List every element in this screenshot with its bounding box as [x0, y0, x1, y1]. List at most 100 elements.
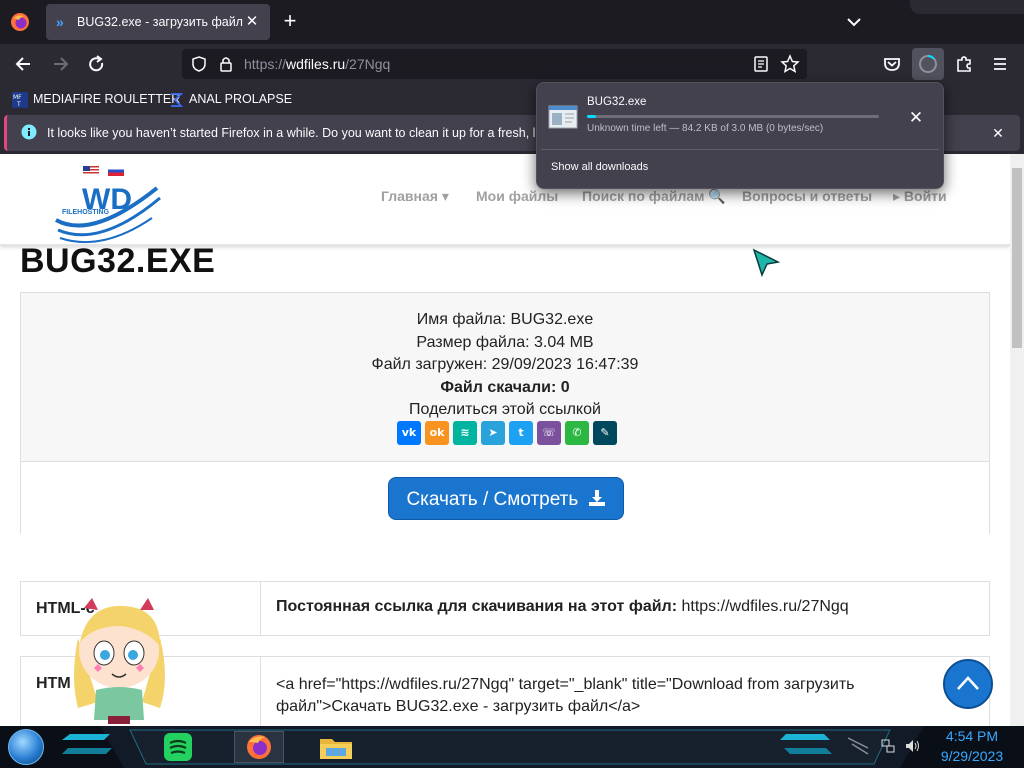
forward-arrow-icon[interactable] — [46, 50, 74, 78]
volume-icon[interactable] — [904, 738, 920, 754]
download-button-label: Скачать / Смотреть — [406, 489, 579, 510]
share-vk-button[interactable]: vk — [397, 421, 421, 445]
reader-view-icon[interactable] — [752, 55, 770, 73]
new-tab-button[interactable]: + — [278, 10, 302, 34]
share-whatsapp-button[interactable]: ✆ — [565, 421, 589, 445]
nav-login[interactable]: ▸ Войти — [893, 188, 947, 205]
downloads-progress-icon — [919, 55, 937, 73]
start-button[interactable] — [8, 729, 44, 765]
html-code-value[interactable]: <a href="https://wdfiles.ru/27Ngq" targe… — [276, 674, 855, 718]
telegram-icon: ➤ — [488, 426, 498, 439]
reload-icon[interactable] — [82, 50, 110, 78]
chevron-down-icon[interactable] — [842, 12, 866, 32]
extensions-icon[interactable] — [950, 50, 978, 78]
share-viber-button[interactable]: ☏ — [537, 421, 561, 445]
firefox-icon[interactable] — [10, 12, 30, 32]
page-title: BUG32.EXE — [20, 242, 216, 280]
scrollbar-thumb[interactable] — [1012, 168, 1022, 348]
info-icon — [21, 124, 37, 140]
file-explorer-icon — [320, 739, 352, 759]
taskbar: 4:54 PM 9/29/2023 — [0, 726, 1024, 768]
page-scrollbar[interactable] — [1010, 154, 1024, 726]
permalink-value[interactable]: Постоянная ссылка для скачивания на этот… — [276, 598, 849, 616]
tab-close-button[interactable]: ✕ — [242, 12, 262, 32]
url-path: /27Ngq — [345, 56, 391, 72]
file-info-box: Имя файла: BUG32.exe Размер файла: 3.04 … — [20, 292, 990, 534]
share-twitter-button[interactable]: t — [509, 421, 533, 445]
odnoklassniki-icon: ok — [429, 426, 445, 439]
vk-icon: vk — [401, 426, 417, 439]
bookmark-star-icon[interactable] — [780, 54, 800, 74]
notification-text: It looks like you haven’t started Firefo… — [47, 126, 563, 140]
share-label: Поделиться этой ссылкой — [409, 401, 601, 418]
notification-close-button[interactable]: ✕ — [988, 123, 1008, 143]
bookmark-label: MEDIAFIRE ROULETTER — [33, 92, 181, 106]
taskbar-app-firefox[interactable] — [234, 731, 284, 763]
logo-subtitle: FILEHOSTING — [62, 209, 110, 216]
nav-home[interactable]: Главная ▾ — [381, 188, 449, 205]
svg-text:MF: MF — [13, 94, 22, 101]
file-name: Имя файла: BUG32.exe — [416, 311, 594, 328]
pocket-icon[interactable] — [878, 50, 906, 78]
download-progress-bar — [587, 115, 879, 118]
url-text[interactable]: https://wdfiles.ru/27Ngq — [244, 56, 390, 72]
download-cancel-button[interactable]: ✕ — [904, 106, 928, 130]
page-viewport: WD FILEHOSTING Главная ▾ Мои файлы Поиск… — [0, 154, 1010, 726]
bookmark-mediafire[interactable]: MF T MEDIAFIRE ROULETTER — [12, 90, 180, 108]
nav-search[interactable]: Поиск по файлам 🔍 — [582, 188, 726, 205]
share-yandex-messenger-button[interactable]: ≋ — [453, 421, 477, 445]
html-code-line-2: файл">Скачать BUG32.exe - загрузить файл… — [276, 698, 641, 715]
network-icon[interactable] — [880, 738, 896, 754]
hamburger-menu-icon[interactable] — [986, 50, 1014, 78]
nav-faq[interactable]: Вопросы и ответы — [742, 188, 872, 204]
site-logo[interactable]: WD FILEHOSTING — [52, 164, 167, 244]
bookmark-label: ANAL PROLAPSE — [189, 92, 293, 106]
download-icon — [588, 490, 605, 506]
file-info-lines: Имя файла: BUG32.exe Размер файла: 3.04 … — [21, 309, 989, 422]
file-size: Размер файла: 3.04 MB — [416, 333, 594, 351]
url-bar[interactable]: https://wdfiles.ru/27Ngq — [182, 49, 807, 79]
whatsapp-icon: ✆ — [572, 426, 582, 439]
lock-icon[interactable] — [217, 55, 235, 73]
download-button[interactable]: Скачать / Смотреть — [388, 477, 624, 520]
taskbar-app-explorer[interactable] — [316, 731, 356, 763]
file-uploaded: Файл загружен: 29/09/2023 16:47:39 — [371, 356, 639, 373]
livejournal-icon: ✎ — [600, 426, 610, 439]
firefox-icon — [247, 735, 271, 759]
share-odnoklassniki-button[interactable]: ok — [425, 421, 449, 445]
clock-time[interactable]: 4:54 PM — [930, 728, 1014, 744]
download-status: Unknown time left — 84.2 KB of 3.0 MB (0… — [587, 123, 824, 134]
tab-active[interactable]: » BUG32.exe - загрузить файл ✕ — [46, 4, 270, 40]
scroll-to-top-button[interactable] — [943, 659, 993, 709]
tab-title: BUG32.exe - загрузить файл — [77, 15, 243, 29]
download-progress-fill — [587, 115, 596, 118]
permalink-url[interactable]: https://wdfiles.ru/27Ngq — [677, 598, 848, 615]
share-telegram-button[interactable]: ➤ — [481, 421, 505, 445]
clock-date[interactable]: 9/29/2023 — [930, 748, 1014, 764]
viber-icon: ☏ — [542, 426, 556, 439]
divider — [541, 149, 939, 150]
nav-my-files[interactable]: Мои файлы — [476, 188, 558, 204]
navigation-toolbar: https://wdfiles.ru/27Ngq — [0, 44, 1024, 84]
show-all-downloads-button[interactable]: Show all downloads — [551, 161, 648, 173]
exe-file-icon — [548, 105, 578, 129]
share-livejournal-button[interactable]: ✎ — [593, 421, 617, 445]
shield-icon[interactable] — [190, 55, 208, 73]
download-filename[interactable]: BUG32.exe — [587, 96, 646, 108]
site-favicon-icon: » — [56, 14, 64, 30]
downloads-button[interactable] — [912, 48, 944, 80]
tab-strip: » BUG32.exe - загрузить файл ✕ + — [0, 0, 1024, 44]
permalink-caption: Постоянная ссылка для скачивания на этот… — [276, 598, 678, 615]
file-download-count: Файл скачали: 0 — [440, 378, 570, 396]
sigma-icon — [171, 92, 184, 107]
downloads-panel: BUG32.exe Unknown time left — 84.2 KB of… — [536, 82, 944, 189]
html-code-line-1: <a href="https://wdfiles.ru/27Ngq" targe… — [276, 676, 855, 693]
mediafire-icon: MF T — [12, 91, 28, 108]
url-host: wdfiles.ru — [286, 56, 346, 72]
bookmark-anal-prolapse[interactable]: ANAL PROLAPSE — [168, 90, 292, 108]
back-arrow-icon[interactable] — [10, 50, 38, 78]
window-controls — [910, 0, 1024, 14]
cartoon-sticker — [74, 598, 165, 724]
taskbar-app-spotify[interactable] — [158, 731, 198, 763]
taskbar-decoration — [62, 726, 924, 768]
